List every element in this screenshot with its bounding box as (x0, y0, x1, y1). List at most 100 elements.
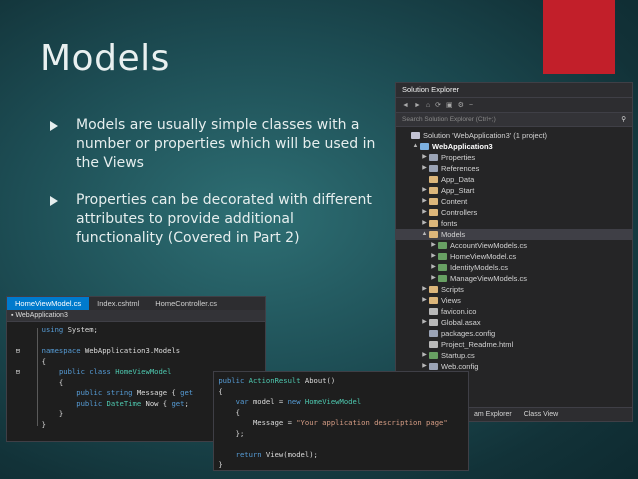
expand-toggle-icon[interactable]: ▶ (420, 152, 429, 163)
solution-explorer-toolbar: ◄ ► ⌂ ⟳ ▣ ⚙ − (396, 97, 632, 112)
tree-item[interactable]: Solution 'WebApplication3' (1 project) (396, 130, 632, 141)
tree-item-label: References (441, 164, 480, 173)
tree-item-label: Solution 'WebApplication3' (1 project) (423, 131, 548, 140)
outline-guide (37, 328, 38, 426)
expand-toggle-icon[interactable]: ▶ (429, 251, 438, 262)
expand-toggle-icon[interactable]: ▶ (420, 185, 429, 196)
tree-item[interactable]: ▶ Views (396, 295, 632, 306)
tree-item[interactable]: Project_Readme.html (396, 339, 632, 350)
folder-icon (429, 297, 438, 304)
forward-icon[interactable]: ► (414, 102, 421, 109)
expand-toggle-icon[interactable]: ▶ (420, 196, 429, 207)
expand-toggle-icon[interactable]: ▶ (420, 317, 429, 328)
tree-item[interactable]: ▲ Models (396, 229, 632, 240)
expand-toggle-icon[interactable]: ▶ (429, 273, 438, 284)
code-editor-about[interactable]: public ActionResult About() { var model … (213, 371, 469, 471)
tree-item[interactable]: ▲ WebApplication3 (396, 141, 632, 152)
tree-item-label: AccountViewModels.cs (450, 241, 527, 250)
cs-icon (438, 242, 447, 249)
code-line: { (7, 356, 46, 366)
editor-nav-bar[interactable]: ▪ WebApplication3 (7, 310, 265, 322)
expand-toggle-icon[interactable]: ▶ (420, 207, 429, 218)
bullet-list: Models are usually simple classes with a… (50, 116, 380, 266)
expand-toggle-icon[interactable]: ▶ (429, 262, 438, 273)
expand-toggle-icon[interactable]: ▶ (420, 218, 429, 229)
expand-toggle-icon[interactable]: ▶ (420, 295, 429, 306)
code-line: { (214, 407, 240, 417)
tab-homeviewmodel[interactable]: HomeViewModel.cs (7, 297, 90, 310)
cfg-icon (429, 154, 438, 161)
search-icon[interactable]: ⚲ (621, 113, 626, 126)
solution-explorer-title: Solution Explorer (396, 83, 632, 97)
slide-title: Models (40, 38, 170, 79)
tree-item-label: Global.asax (441, 318, 481, 327)
tree-item[interactable]: ▶ Properties (396, 152, 632, 163)
tree-item-label: Scripts (441, 285, 464, 294)
tree-item-label: Content (441, 197, 468, 206)
expand-toggle-icon[interactable]: ▶ (420, 284, 429, 295)
cfg-icon (429, 330, 438, 337)
file-icon (429, 319, 438, 326)
solution-explorer-search[interactable]: Search Solution Explorer (Ctrl+;) ⚲ (396, 112, 632, 127)
code-line: { (214, 386, 223, 396)
folder-icon (429, 198, 438, 205)
tree-item[interactable]: App_Data (396, 174, 632, 185)
expand-toggle-icon[interactable]: ▶ (429, 240, 438, 251)
collapse-icon[interactable]: ▣ (446, 101, 453, 109)
bullet-text: Properties can be decorated with differe… (76, 192, 372, 246)
expand-toggle-icon[interactable]: ▲ (411, 141, 420, 152)
tree-item-label: IdentityModels.cs (450, 263, 508, 272)
pin-icon[interactable]: − (469, 102, 473, 109)
tab-team-explorer[interactable]: am Explorer (474, 411, 512, 418)
tree-item-label: Properties (441, 153, 476, 162)
tree-item[interactable]: ▶ Scripts (396, 284, 632, 295)
sync-icon[interactable]: ⟳ (435, 101, 441, 109)
folder-icon (429, 187, 438, 194)
code-line: return View(model); (235, 449, 318, 459)
sol-icon (411, 132, 420, 139)
tree-item[interactable]: packages.config (396, 328, 632, 339)
back-icon[interactable]: ◄ (402, 102, 409, 109)
tree-item[interactable]: ▶ References (396, 163, 632, 174)
tree-item[interactable]: ▶ Startup.cs (396, 350, 632, 361)
accent-tab (543, 0, 615, 74)
cs-icon (438, 275, 447, 282)
tree-item[interactable]: ▶ AccountViewModels.cs (396, 240, 632, 251)
tree-item[interactable]: ▶ Global.asax (396, 317, 632, 328)
tree-item-label: HomeViewModel.cs (450, 252, 517, 261)
tree-item[interactable]: ▶ App_Start (396, 185, 632, 196)
tree-item-label: Models (441, 230, 466, 239)
code-line: }; (214, 428, 245, 438)
tree-item[interactable]: ▶ HomeViewModel.cs (396, 251, 632, 262)
tab-class-view[interactable]: Class View (524, 411, 559, 418)
tree-item[interactable]: ▶ Controllers (396, 207, 632, 218)
tree-item[interactable]: ▶ IdentityModels.cs (396, 262, 632, 273)
tree-item-label: favicon.ico (441, 307, 477, 316)
expand-toggle-icon[interactable]: ▶ (420, 163, 429, 174)
properties-icon[interactable]: ⚙ (458, 101, 464, 109)
proj-icon (420, 143, 429, 150)
code-line: Message = "Your application description … (214, 418, 448, 427)
tab-homecontroller[interactable]: HomeController.cs (147, 297, 225, 310)
tab-index-cshtml[interactable]: Index.cshtml (89, 297, 147, 310)
bullet-arrow-icon (50, 121, 58, 131)
bullet-text: Models are usually simple classes with a… (76, 117, 376, 171)
tree-item-label: Startup.cs (441, 351, 475, 360)
tree-item-label: packages.config (441, 329, 496, 338)
tree-item-label: App_Start (441, 186, 475, 195)
tree-item-label: ManageViewModels.cs (450, 274, 527, 283)
tree-item[interactable]: ▶ ManageViewModels.cs (396, 273, 632, 284)
solution-tree: Solution 'WebApplication3' (1 project) ▲ W… (396, 127, 632, 372)
tree-item[interactable]: favicon.ico (396, 306, 632, 317)
tree-item[interactable]: ▶ Content (396, 196, 632, 207)
cfg-icon (429, 363, 438, 370)
expand-toggle-icon[interactable]: ▲ (420, 229, 429, 240)
file-icon (429, 308, 438, 315)
tree-item[interactable]: ▶ fonts (396, 218, 632, 229)
expand-toggle-icon[interactable]: ▶ (420, 350, 429, 361)
tree-item-label: WebApplication3 (432, 142, 493, 151)
search-placeholder: Search Solution Explorer (Ctrl+;) (402, 116, 496, 123)
home-icon[interactable]: ⌂ (426, 102, 430, 109)
tree-item-label: Controllers (441, 208, 478, 217)
